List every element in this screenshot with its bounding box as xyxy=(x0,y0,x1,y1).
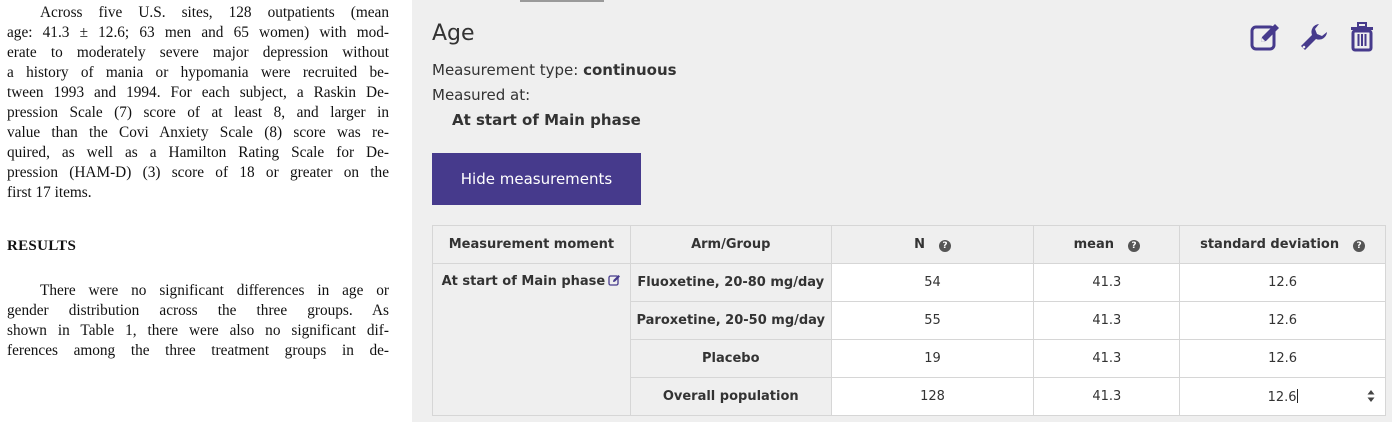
table-header-row: Measurement moment Arm/Group N? mean? st… xyxy=(432,225,1386,264)
variable-actions xyxy=(1249,20,1379,54)
paragraph-line: gender distribution across the three gro… xyxy=(7,302,389,319)
sd-input-active[interactable]: 12.6 xyxy=(1179,377,1386,416)
help-icon[interactable]: ? xyxy=(938,240,951,252)
results-paragraph: There were no significant differences in… xyxy=(7,281,389,361)
sd-input[interactable]: 12.6 xyxy=(1179,339,1386,378)
measurement-moment-cell: At start of Main phase xyxy=(432,263,631,416)
measurement-type-label: Measurement type: xyxy=(432,61,579,79)
mean-input[interactable]: 41.3 xyxy=(1033,263,1181,302)
help-icon[interactable]: ? xyxy=(1127,240,1140,252)
measurement-type-value: continuous xyxy=(583,61,677,79)
arm-cell: Fluoxetine, 20-80 mg/day xyxy=(629,263,832,302)
paragraph-line: pression (HAM-D) (3) score of 18 or grea… xyxy=(7,164,389,181)
variable-title: Age xyxy=(432,21,475,46)
measurements-table: Measurement moment Arm/Group N? mean? st… xyxy=(432,225,1386,416)
measurement-type: Measurement type: continuous xyxy=(432,61,677,79)
col-header-mean: mean? xyxy=(1033,225,1181,264)
arm-cell: Overall population xyxy=(629,377,832,416)
mean-input[interactable]: 41.3 xyxy=(1033,301,1181,340)
edit-moment-icon[interactable] xyxy=(608,274,621,290)
paragraph-line: erate to moderately severe major depress… xyxy=(7,44,389,61)
n-input[interactable]: 128 xyxy=(830,377,1035,416)
col-header-arm: Arm/Group xyxy=(629,225,832,264)
arm-cell: Paroxetine, 20-50 mg/day xyxy=(629,301,832,340)
paragraph-line: age: 41.3 ± 12.6; 63 men and 65 women) w… xyxy=(7,24,389,41)
arm-cell: Placebo xyxy=(629,339,832,378)
paragraph-line: quired, as well as a Hamilton Rating Sca… xyxy=(7,144,389,161)
help-icon[interactable]: ? xyxy=(1353,240,1366,252)
table-row: At start of Main phase Fluoxetine, 20-80… xyxy=(432,263,1386,416)
col-header-moment: Measurement moment xyxy=(432,225,631,264)
number-spinner-icon[interactable] xyxy=(1367,389,1375,403)
trash-icon[interactable] xyxy=(1345,20,1379,54)
n-input[interactable]: 54 xyxy=(830,263,1035,302)
paragraph-line: ferences among the three treatment group… xyxy=(7,342,389,359)
sd-input-value: 12.6 xyxy=(1267,389,1297,405)
scrollbar-edge xyxy=(520,0,604,2)
mean-input[interactable]: 41.3 xyxy=(1033,339,1181,378)
variable-panel: Age Measurement type: continuous Measure… xyxy=(412,0,1392,422)
col-header-sd: standard deviation? xyxy=(1179,225,1386,264)
measured-at-label: Measured at: xyxy=(432,86,531,104)
edit-icon[interactable] xyxy=(1249,20,1283,54)
paragraph-line: shown in Table 1, there were also no sig… xyxy=(7,322,389,339)
paragraph-line: first 17 items. xyxy=(7,184,92,201)
measured-at-value: At start of Main phase xyxy=(452,111,641,129)
hide-measurements-button[interactable]: Hide measurements xyxy=(432,153,641,205)
mean-input[interactable]: 41.3 xyxy=(1033,377,1181,416)
paragraph-line: tween 1993 and 1994. For each subject, a… xyxy=(7,84,389,101)
results-heading: RESULTS xyxy=(7,238,77,254)
paragraph-line: There were no significant differences in… xyxy=(40,282,389,299)
wrench-icon[interactable] xyxy=(1297,20,1331,54)
n-input[interactable]: 55 xyxy=(830,301,1035,340)
n-input[interactable]: 19 xyxy=(830,339,1035,378)
measurement-moment-label: At start of Main phase xyxy=(441,274,606,289)
sd-input[interactable]: 12.6 xyxy=(1179,263,1386,302)
paragraph-line: pression Scale (7) score of at least 8, … xyxy=(7,104,389,121)
col-header-n: N? xyxy=(830,225,1035,264)
paragraph-line: value than the Covi Anxiety Scale (8) sc… xyxy=(7,124,389,141)
methods-paragraph: Across five U.S. sites, 128 outpatients … xyxy=(7,3,389,203)
paragraph-line: a history of mania or hypomania were rec… xyxy=(7,64,389,81)
paragraph-line: Across five U.S. sites, 128 outpatients … xyxy=(40,4,389,21)
sd-input[interactable]: 12.6 xyxy=(1179,301,1386,340)
text-caret xyxy=(1296,388,1298,403)
source-document: ≈≈≈ ·· ······· ···· ·· ····· ··· · ·····… xyxy=(0,0,412,422)
